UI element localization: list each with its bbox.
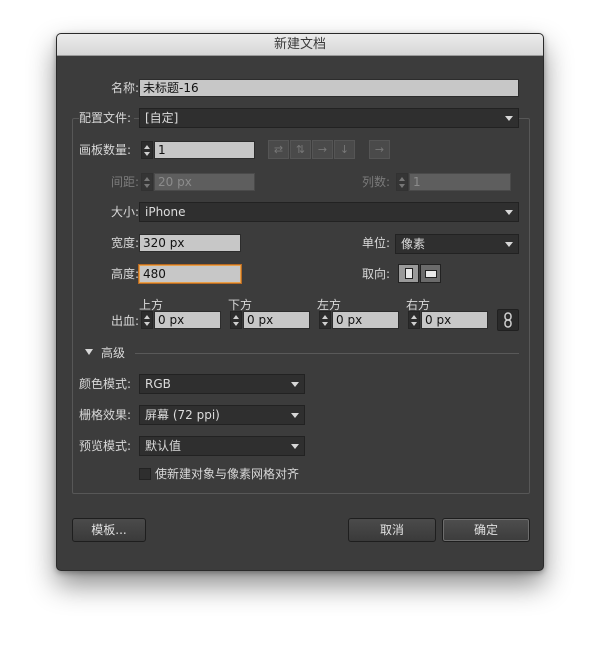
name-label: 名称:: [110, 81, 139, 95]
stepper-up-icon: [411, 315, 417, 319]
chevron-down-icon: [291, 413, 299, 418]
bleed-right-stepper[interactable]: [408, 311, 420, 329]
stepper-up-icon: [144, 177, 150, 181]
stepper-down-icon: [144, 184, 150, 188]
chain-link-icon: [504, 312, 512, 328]
stepper-up-icon: [399, 177, 405, 181]
stepper-up-icon: [144, 315, 150, 319]
bleed-left-stepper[interactable]: [319, 311, 331, 329]
spacing-stepper[interactable]: [141, 173, 153, 191]
portrait-orientation-button[interactable]: [398, 264, 419, 283]
grid-by-column-icon[interactable]: ⇅: [290, 140, 311, 159]
landscape-icon: [425, 270, 437, 278]
templates-button[interactable]: 模板...: [72, 518, 146, 542]
columns-input[interactable]: 1: [409, 173, 511, 191]
color-mode-select-value: RGB: [145, 377, 171, 391]
stepper-down-icon: [399, 184, 405, 188]
link-bleed-button[interactable]: [497, 309, 519, 331]
color-mode-label: 颜色模式:: [79, 377, 132, 391]
align-pixel-grid-checkbox[interactable]: [139, 468, 151, 480]
chevron-down-icon: [505, 116, 513, 121]
name-input[interactable]: 未标题-16: [139, 79, 519, 97]
advanced-toggle-icon[interactable]: [85, 349, 93, 355]
bleed-top-input[interactable]: 0 px: [154, 311, 221, 329]
landscape-orientation-button[interactable]: [420, 264, 441, 283]
size-select-value: iPhone: [145, 205, 186, 219]
width-input[interactable]: 320 px: [139, 234, 241, 252]
chevron-down-icon: [505, 210, 513, 215]
stepper-up-icon: [322, 315, 328, 319]
profile-select[interactable]: [自定]: [139, 108, 519, 128]
raster-effects-select[interactable]: 屏幕 (72 ppi): [139, 405, 305, 425]
bleed-bottom-stepper[interactable]: [230, 311, 242, 329]
chevron-down-icon: [505, 242, 513, 247]
chevron-down-icon: [291, 382, 299, 387]
units-select-value: 像素: [401, 237, 426, 251]
artboards-label: 画板数量:: [79, 143, 132, 157]
preview-mode-label: 预览模式:: [79, 439, 132, 453]
spacing-label: 间距:: [110, 175, 139, 189]
stepper-up-icon: [233, 315, 239, 319]
arrange-by-row-icon[interactable]: →: [312, 140, 333, 159]
ok-button[interactable]: 确定: [442, 518, 530, 542]
stepper-down-icon: [144, 322, 150, 326]
new-document-dialog: 新建文档 名称: 未标题-16 配置文件: [自定] 画板数量: 1 ⇄ ⇅ →…: [56, 33, 544, 571]
advanced-divider: [135, 353, 519, 354]
dialog-title[interactable]: 新建文档: [57, 34, 543, 56]
width-label: 宽度:: [110, 236, 139, 250]
advanced-label[interactable]: 高级: [101, 344, 125, 362]
columns-label: 列数:: [362, 175, 391, 189]
align-pixel-grid-label[interactable]: 使新建对象与像素网格对齐: [155, 465, 299, 483]
units-label: 单位:: [362, 236, 391, 250]
orientation-label: 取向:: [362, 267, 391, 281]
bleed-top-stepper[interactable]: [141, 311, 153, 329]
columns-stepper[interactable]: [396, 173, 408, 191]
raster-effects-label: 栅格效果:: [79, 408, 132, 422]
bleed-left-input[interactable]: 0 px: [332, 311, 399, 329]
stepper-down-icon: [322, 322, 328, 326]
spacing-input[interactable]: 20 px: [154, 173, 255, 191]
height-label: 高度:: [110, 267, 139, 281]
stepper-up-icon: [144, 145, 150, 149]
profile-label: 配置文件:: [79, 109, 135, 127]
size-select[interactable]: iPhone: [139, 202, 519, 222]
right-to-left-icon[interactable]: →: [369, 140, 390, 159]
cancel-button[interactable]: 取消: [348, 518, 436, 542]
height-input[interactable]: 480: [139, 265, 241, 283]
portrait-icon: [405, 268, 413, 279]
stepper-down-icon: [233, 322, 239, 326]
artboards-input[interactable]: 1: [154, 141, 255, 159]
bleed-label: 出血:: [110, 314, 139, 328]
arrange-by-column-icon[interactable]: ↓: [334, 140, 355, 159]
bleed-bottom-input[interactable]: 0 px: [243, 311, 310, 329]
chevron-down-icon: [291, 444, 299, 449]
units-select[interactable]: 像素: [395, 234, 519, 254]
artboards-stepper[interactable]: [141, 141, 153, 159]
size-label: 大小:: [110, 205, 139, 219]
profile-select-value: [自定]: [145, 111, 179, 125]
stepper-down-icon: [144, 152, 150, 156]
bleed-right-input[interactable]: 0 px: [421, 311, 488, 329]
color-mode-select[interactable]: RGB: [139, 374, 305, 394]
preview-mode-select-value: 默认值: [145, 439, 182, 453]
stepper-down-icon: [411, 322, 417, 326]
raster-effects-select-value: 屏幕 (72 ppi): [145, 408, 220, 422]
grid-by-row-icon[interactable]: ⇄: [268, 140, 289, 159]
preview-mode-select[interactable]: 默认值: [139, 436, 305, 456]
